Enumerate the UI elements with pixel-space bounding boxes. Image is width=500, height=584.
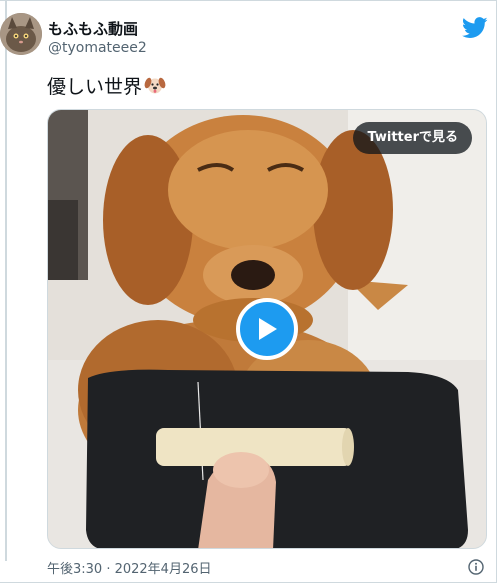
video-media[interactable]: Twitterで見る: [47, 109, 487, 549]
tweet-timestamp[interactable]: 午後3:30 · 2022年4月26日: [47, 558, 212, 577]
author-display-name[interactable]: もふもふ動画: [48, 18, 138, 39]
play-icon: [259, 318, 277, 340]
twitter-bird-icon[interactable]: [461, 17, 488, 39]
info-icon[interactable]: [468, 559, 484, 575]
watch-on-twitter-button[interactable]: Twitterで見る: [353, 122, 472, 154]
dog-face-emoji-icon: [144, 74, 166, 101]
tweet-embed-card: もふもふ動画 @tyomateee2 優しい世界 Twitterで見る 午後3:…: [0, 0, 497, 583]
author-handle[interactable]: @tyomateee2: [48, 40, 147, 56]
avatar[interactable]: [0, 13, 42, 55]
tweet-text-content: 優しい世界: [47, 76, 143, 98]
play-button[interactable]: [236, 298, 298, 360]
thread-line: [5, 1, 7, 561]
tweet-text: 優しい世界: [47, 72, 166, 101]
